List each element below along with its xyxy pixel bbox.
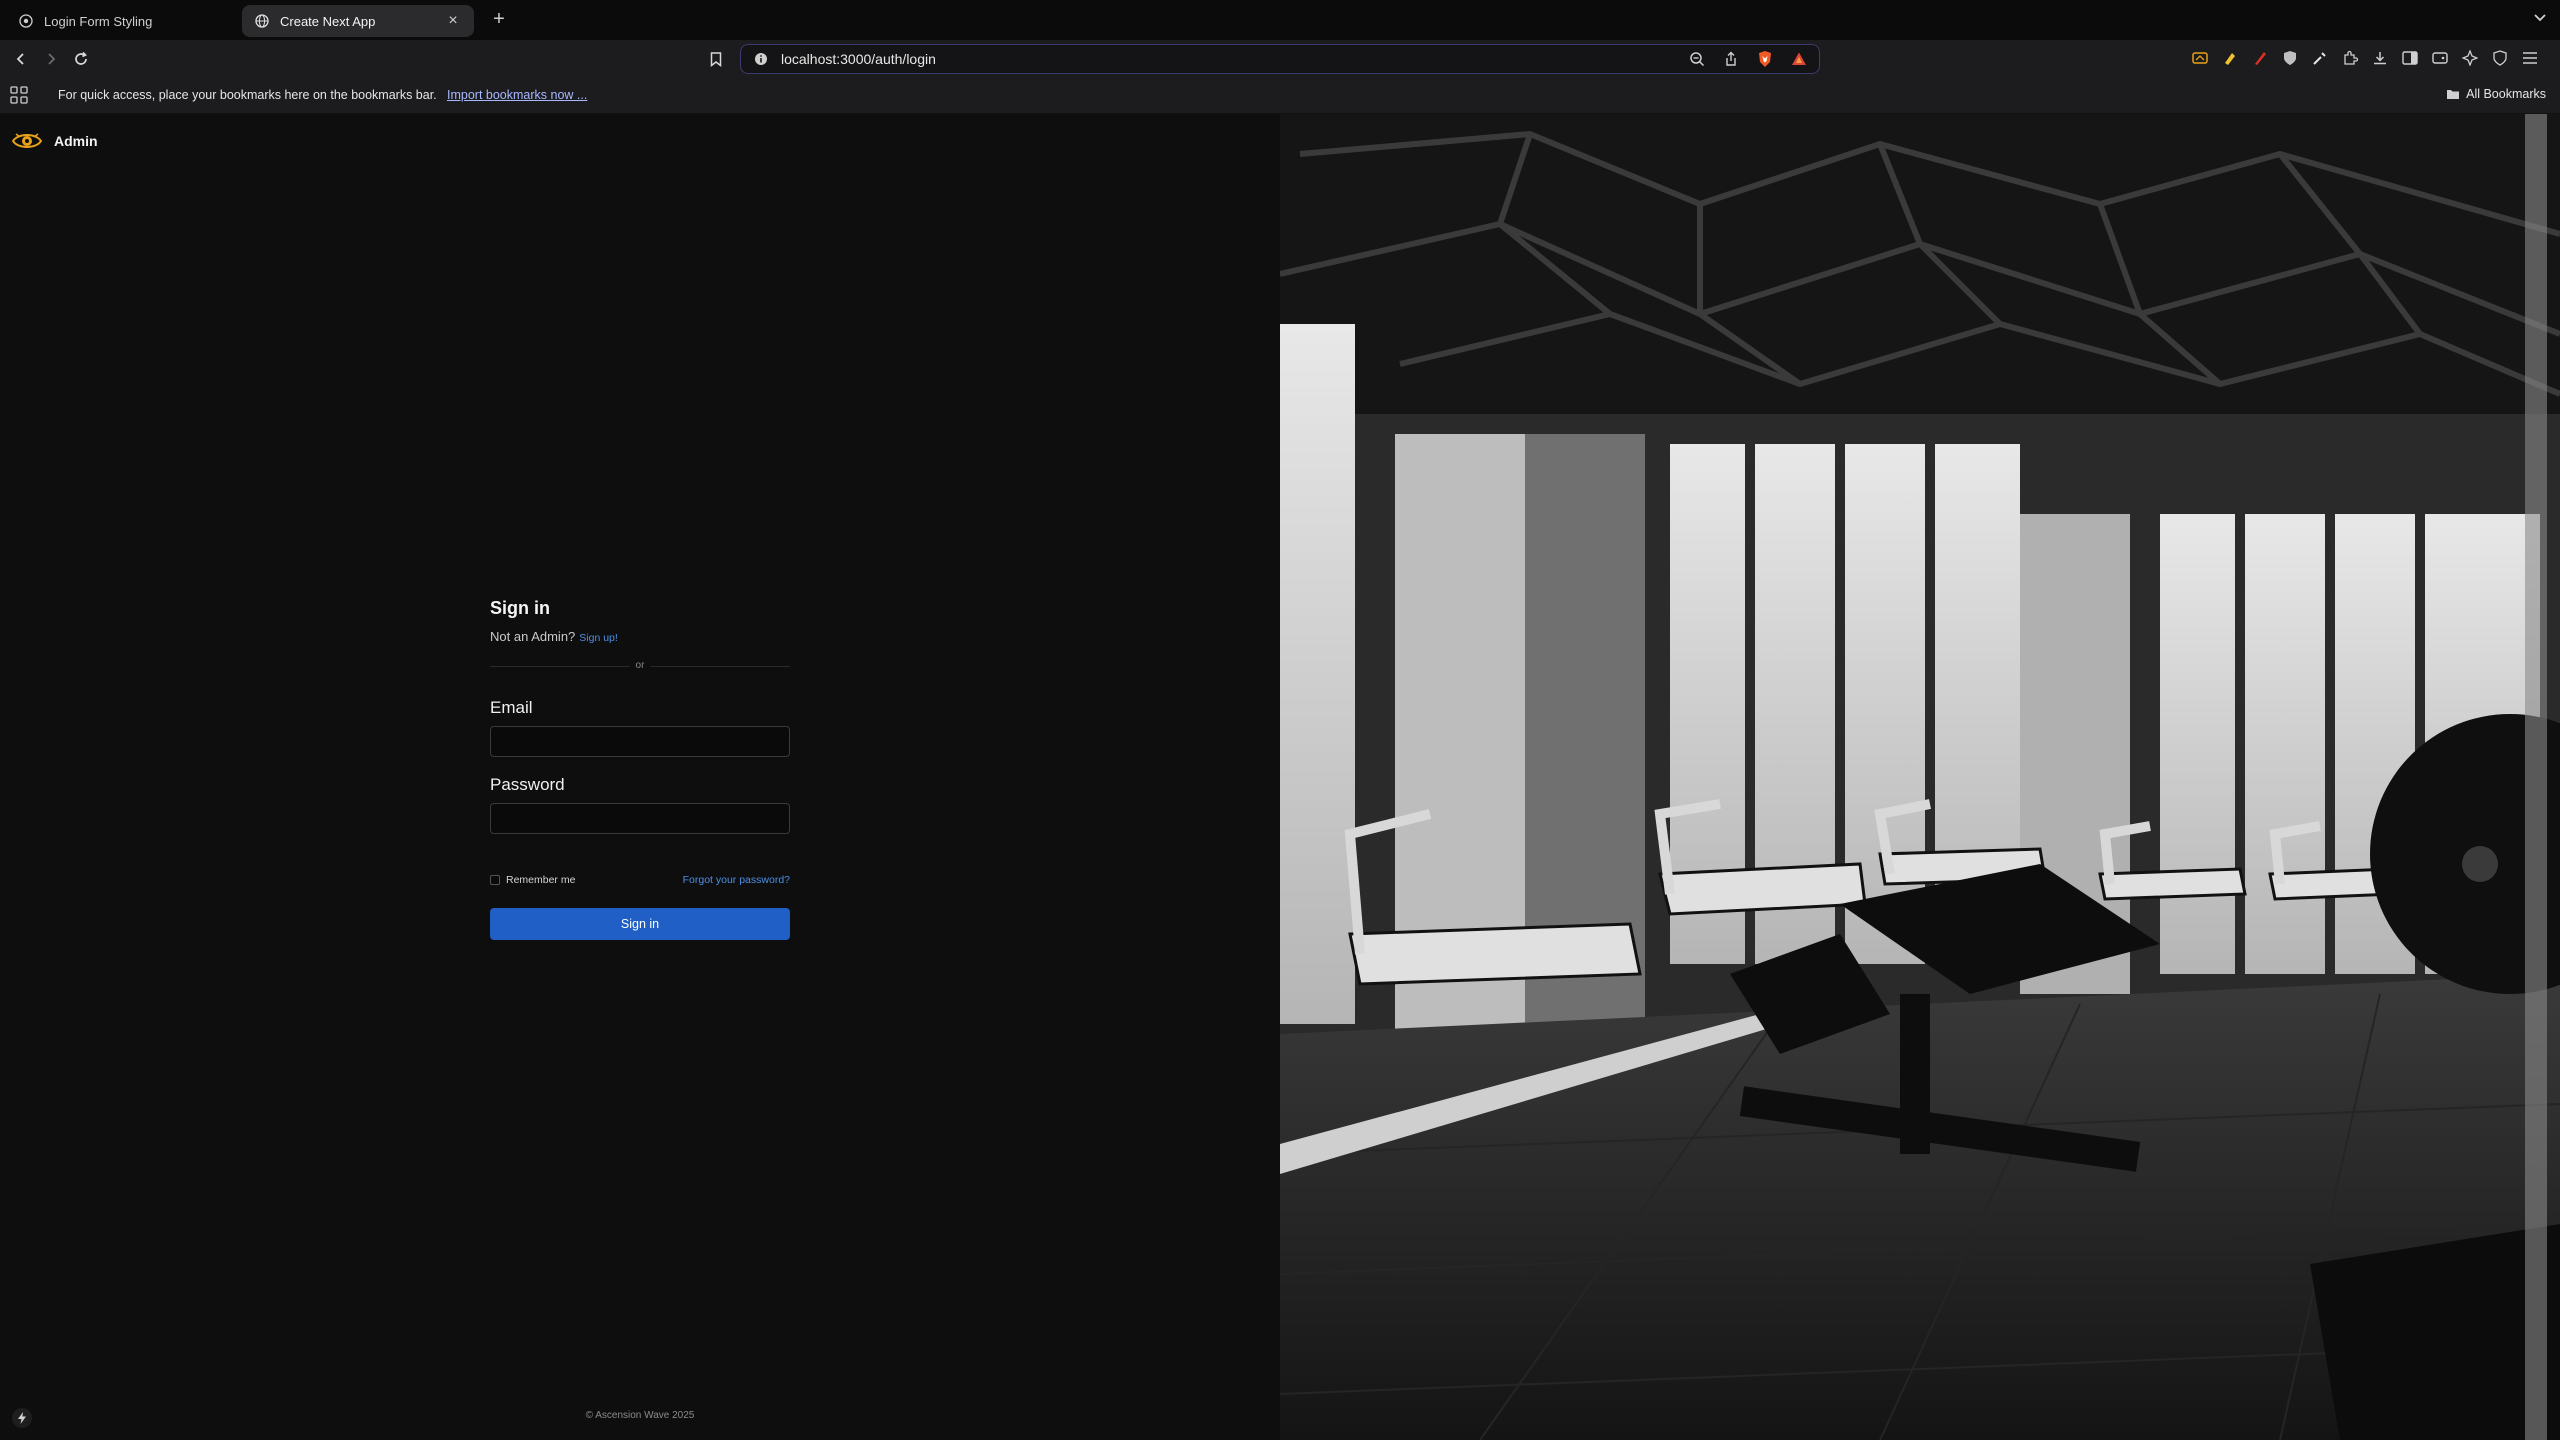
eyedropper-icon[interactable]	[2310, 48, 2330, 68]
all-bookmarks-button[interactable]: All Bookmarks	[2446, 87, 2546, 101]
vpn-icon[interactable]	[2490, 48, 2510, 68]
sign-up-link[interactable]: Sign up!	[579, 632, 618, 644]
highlighter-icon[interactable]	[2220, 48, 2240, 68]
url-text[interactable]: localhost:3000/auth/login	[781, 51, 1687, 67]
forgot-password-link[interactable]: Forgot your password?	[683, 874, 790, 886]
globe-icon	[254, 13, 270, 29]
signup-prompt-text: Not an Admin?	[490, 629, 576, 644]
brand-name: Admin	[54, 133, 98, 149]
sign-in-button[interactable]: Sign in	[490, 908, 790, 940]
remember-me-label: Remember me	[506, 874, 576, 886]
copyright: © Ascension Wave 2025	[585, 1410, 695, 1421]
back-icon[interactable]	[10, 48, 32, 70]
sidebar-icon[interactable]	[2400, 48, 2420, 68]
password-field[interactable]	[490, 803, 790, 834]
address-bar[interactable]: localhost:3000/auth/login	[740, 44, 1820, 74]
brave-shield-icon[interactable]	[1755, 49, 1775, 69]
remember-me-checkbox[interactable]	[490, 875, 500, 885]
all-bookmarks-label: All Bookmarks	[2466, 87, 2546, 101]
brave-rewards-icon[interactable]	[1789, 49, 1809, 69]
shield-icon[interactable]	[2280, 48, 2300, 68]
pen-icon[interactable]	[2250, 48, 2270, 68]
password-label: Password	[490, 775, 565, 794]
eye-logo-icon	[12, 133, 42, 148]
divider-text: or	[629, 660, 651, 671]
share-icon[interactable]	[1721, 49, 1741, 69]
import-bookmarks-link[interactable]: Import bookmarks now ...	[447, 88, 587, 102]
reload-icon[interactable]	[70, 48, 92, 70]
tab-login-form-styling[interactable]: Login Form Styling	[6, 5, 238, 37]
sign-in-form: Sign in Not an Admin? Sign up! or Email …	[490, 598, 790, 940]
bookmarks-hint: For quick access, place your bookmarks h…	[58, 88, 437, 102]
extensions-icon[interactable]	[2340, 48, 2360, 68]
page-content: Admin Sign in Not an Admin? Sign up! or …	[0, 114, 2560, 1440]
globe-icon	[18, 13, 34, 29]
tab-strip: Login Form Styling Create Next App × +	[0, 0, 2560, 40]
metamask-icon[interactable]	[2190, 48, 2210, 68]
tab-title: Create Next App	[280, 13, 376, 29]
page-title: Sign in	[490, 598, 550, 618]
tab-title: Login Form Styling	[44, 13, 153, 29]
tab-create-next-app[interactable]: Create Next App ×	[242, 5, 474, 37]
email-field[interactable]	[490, 726, 790, 757]
chevron-down-icon[interactable]	[2530, 8, 2550, 28]
brand[interactable]: Admin	[12, 130, 98, 152]
downloads-icon[interactable]	[2370, 48, 2390, 68]
wallet-icon[interactable]	[2430, 48, 2450, 68]
browser-toolbar: localhost:3000/auth/login	[0, 40, 2560, 78]
apps-grid-icon[interactable]	[10, 86, 30, 106]
email-label: Email	[490, 698, 533, 717]
form-options-row: Remember me Forgot your password?	[490, 874, 790, 886]
signup-prompt: Not an Admin? Sign up!	[490, 629, 790, 644]
folder-icon	[2447, 90, 2460, 99]
new-tab-button[interactable]: +	[488, 8, 510, 30]
remember-me[interactable]: Remember me	[490, 874, 575, 886]
gym-photo	[1280, 114, 2560, 1440]
forward-icon[interactable]	[40, 48, 62, 70]
leo-ai-icon[interactable]	[2460, 48, 2480, 68]
hero-image	[1280, 114, 2560, 1440]
login-pane: Admin Sign in Not an Admin? Sign up! or …	[0, 114, 1280, 1440]
divider: or	[490, 660, 790, 672]
bookmark-icon[interactable]	[705, 48, 727, 70]
menu-icon[interactable]	[2520, 48, 2540, 68]
close-icon[interactable]: ×	[444, 12, 462, 30]
bookmarks-bar: For quick access, place your bookmarks h…	[0, 78, 2560, 114]
extensions-row	[2190, 48, 2540, 68]
site-info-icon[interactable]	[753, 51, 769, 67]
zoom-icon[interactable]	[1687, 49, 1707, 69]
